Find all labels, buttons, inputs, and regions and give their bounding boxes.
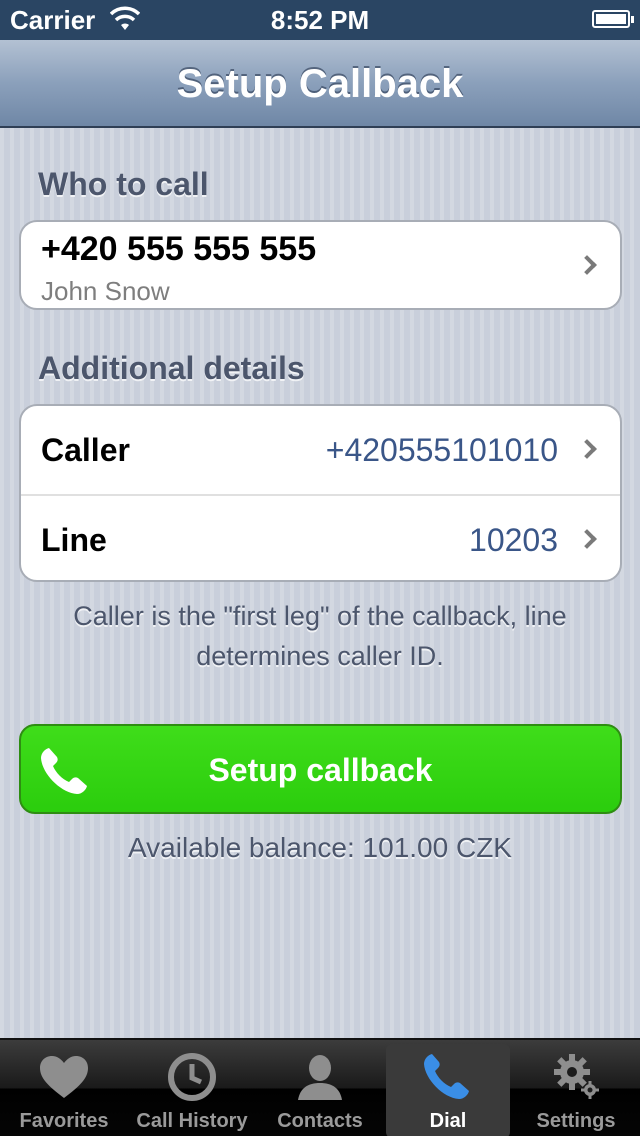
- tab-contacts-label: Contacts: [277, 1110, 363, 1132]
- who-to-call-header: Who to call: [38, 166, 209, 202]
- caller-row[interactable]: Caller +420555101010: [21, 406, 620, 494]
- status-time: 8:52 PM: [270, 5, 370, 35]
- tab-settings[interactable]: Settings: [512, 1040, 640, 1136]
- contact-cell[interactable]: +420 555 555 555 John Snow: [19, 220, 622, 310]
- line-value: 10203: [469, 522, 558, 558]
- chevron-right-icon: [577, 255, 597, 275]
- gear-icon: [554, 1054, 599, 1099]
- tab-bar: Favorites Call History Contacts Dial Set…: [0, 1038, 640, 1136]
- available-balance: Available balance: 101.00 CZK: [128, 832, 512, 863]
- tab-settings-label: Settings: [536, 1110, 616, 1132]
- caller-value: +420555101010: [325, 432, 558, 468]
- person-icon: [298, 1055, 342, 1100]
- page-title: Setup Callback: [176, 62, 464, 106]
- phone-icon: [424, 1054, 469, 1099]
- contact-name: John Snow: [41, 276, 170, 306]
- contact-number: +420 555 555 555: [41, 230, 317, 268]
- setup-callback-button[interactable]: Setup callback: [19, 724, 622, 814]
- line-row[interactable]: Line 10203: [21, 494, 620, 580]
- line-label: Line: [41, 522, 107, 558]
- details-group: Caller +420555101010 Line 10203: [19, 404, 622, 582]
- heart-icon: [40, 1056, 88, 1098]
- details-footnote: Caller is the "first leg" of the callbac…: [73, 601, 567, 671]
- tab-call-history-label: Call History: [136, 1110, 248, 1132]
- battery-icon: [592, 10, 634, 28]
- navigation-bar: Setup Callback: [0, 40, 640, 128]
- clock-icon: [168, 1053, 216, 1101]
- caller-label: Caller: [41, 432, 130, 468]
- setup-callback-label: Setup callback: [208, 752, 433, 788]
- tab-contacts[interactable]: Contacts: [256, 1040, 384, 1136]
- additional-details-header: Additional details: [38, 350, 305, 386]
- tab-favorites[interactable]: Favorites: [0, 1040, 128, 1136]
- tab-dial[interactable]: Dial: [384, 1040, 512, 1136]
- tab-favorites-label: Favorites: [19, 1110, 109, 1132]
- tab-dial-label: Dial: [429, 1110, 467, 1132]
- chevron-right-icon: [577, 529, 597, 549]
- status-bar: Carrier 8:52 PM: [0, 0, 640, 40]
- tab-call-history[interactable]: Call History: [128, 1040, 256, 1136]
- chevron-right-icon: [577, 439, 597, 459]
